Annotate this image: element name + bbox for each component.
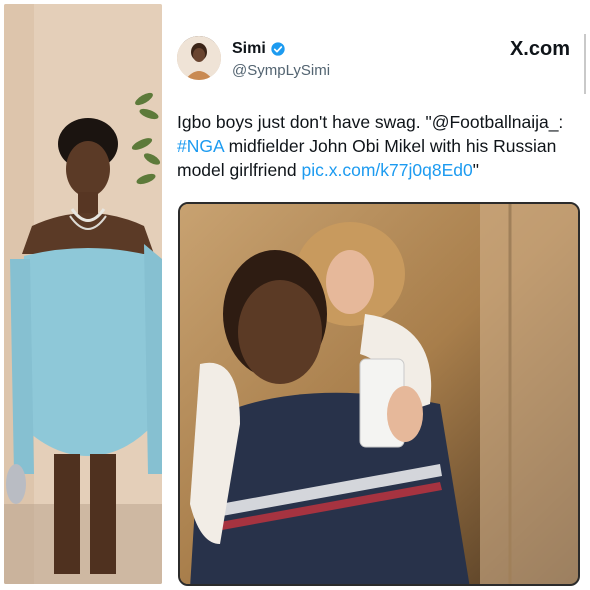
author-name-text: Simi bbox=[232, 40, 266, 57]
x-logo[interactable]: X.com bbox=[510, 38, 570, 61]
selfie-photo bbox=[180, 204, 578, 584]
left-photo bbox=[4, 4, 162, 584]
author-handle[interactable]: @SympLySimi bbox=[232, 62, 330, 79]
tweet-text-prefix: Igbo boys just don't have swag. "@Footba… bbox=[177, 112, 564, 132]
author-avatar[interactable] bbox=[177, 36, 221, 80]
verified-badge-icon bbox=[271, 42, 285, 56]
tweet-text-suffix: " bbox=[472, 160, 479, 180]
media-link[interactable]: pic.x.com/k77j0q8Ed0 bbox=[302, 160, 473, 180]
hashtag-link[interactable]: #NGA bbox=[177, 136, 224, 156]
author-name[interactable]: Simi bbox=[232, 40, 286, 58]
scrollbar[interactable] bbox=[584, 34, 586, 94]
tweet-text: Igbo boys just don't have swag. "@Footba… bbox=[177, 110, 577, 182]
tweet-media[interactable] bbox=[178, 202, 580, 586]
person-in-blue-dress-image bbox=[4, 4, 162, 584]
avatar-image bbox=[177, 36, 221, 80]
tweet-card: Simi @SympLySimi X.com Igbo boys just do… bbox=[170, 4, 586, 586]
